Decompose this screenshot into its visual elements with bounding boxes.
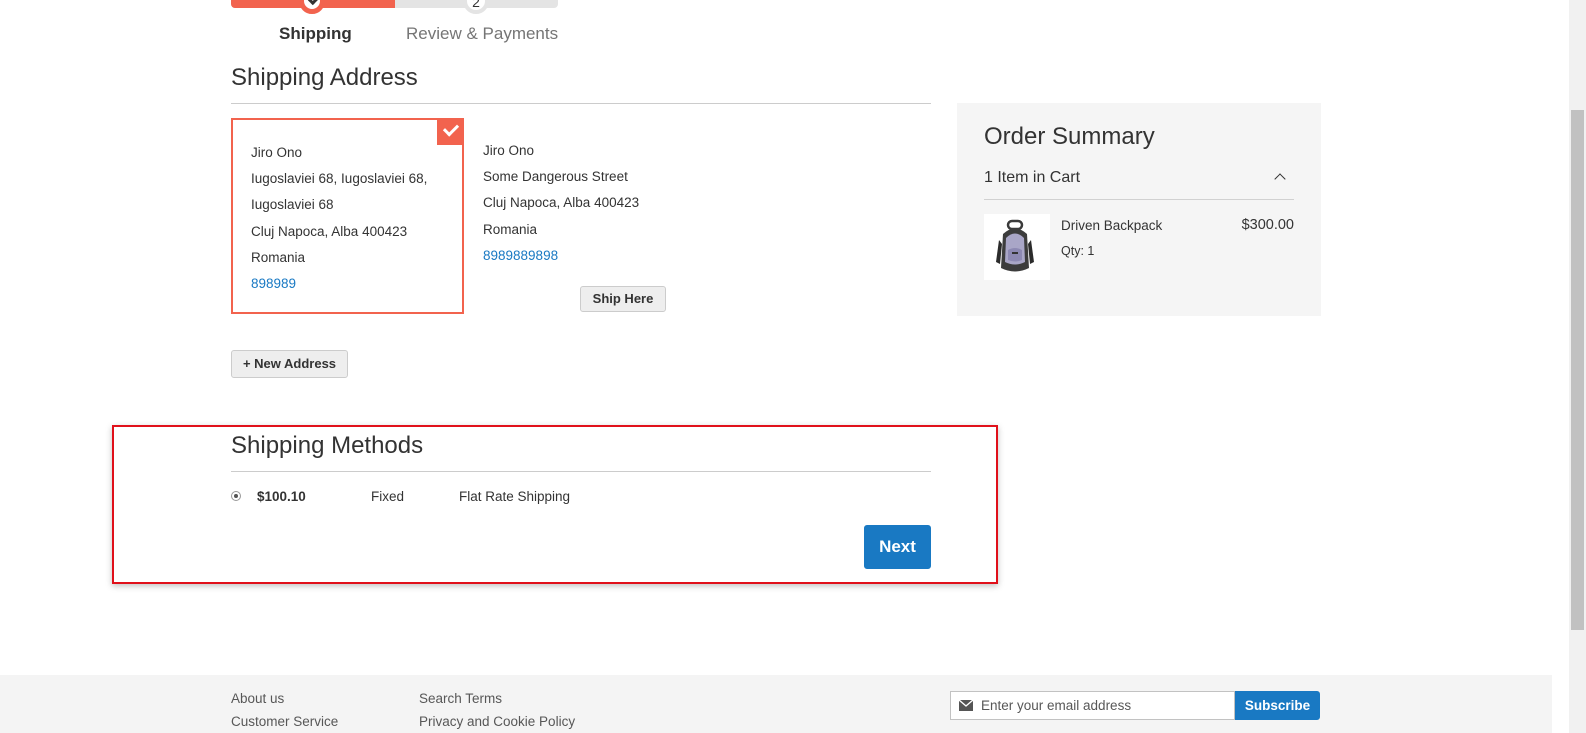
address-card-selected[interactable]: Jiro Ono Iugoslaviei 68, Iugoslaviei 68,… xyxy=(231,118,464,314)
newsletter-email-input[interactable] xyxy=(981,692,1231,719)
order-summary-title: Order Summary xyxy=(984,123,1155,150)
footer: About us Customer Service Search Terms P… xyxy=(0,675,1552,733)
address-city: Cluj Napoca, Alba 400423 xyxy=(251,223,408,239)
newsletter-field xyxy=(950,691,1235,720)
address-street-line1: Iugoslaviei 68, Iugoslaviei 68, xyxy=(251,171,428,187)
step-label-review-payments[interactable]: Review & Payments xyxy=(406,24,558,44)
checkout-page: 2 Shipping Review & Payments Shipping Ad… xyxy=(0,0,1552,733)
footer-link-customer-service[interactable]: Customer Service xyxy=(231,714,338,729)
items-in-cart-toggle[interactable]: 1 Item in Cart xyxy=(984,169,1294,200)
scrollbar-thumb[interactable] xyxy=(1571,110,1584,630)
shipping-method-carrier: Flat Rate Shipping xyxy=(459,489,571,504)
address-country: Romania xyxy=(483,221,538,237)
address-phone-link[interactable]: 898989 xyxy=(251,271,444,297)
address-name: Jiro Ono xyxy=(483,143,535,158)
address-phone-link[interactable]: 8989889898 xyxy=(483,243,680,269)
order-summary-panel: Order Summary 1 Item in Cart Driven Back… xyxy=(957,103,1321,316)
product-name: Driven Backpack xyxy=(1061,218,1163,233)
address-card-other: Jiro Ono Some Dangerous Street Cluj Napo… xyxy=(465,118,698,314)
new-address-button[interactable]: + New Address xyxy=(231,350,348,378)
step-complete-check-icon xyxy=(299,0,325,14)
shipping-method-radio[interactable] xyxy=(231,491,241,501)
shipping-methods-title: Shipping Methods xyxy=(231,432,931,472)
envelope-icon xyxy=(959,700,973,711)
ship-here-button[interactable]: Ship Here xyxy=(580,286,666,312)
chevron-up-icon xyxy=(1274,173,1286,185)
shipping-address-title: Shipping Address xyxy=(231,64,931,104)
address-street-line1: Some Dangerous Street xyxy=(483,169,628,185)
footer-link-privacy-policy[interactable]: Privacy and Cookie Policy xyxy=(419,714,575,729)
footer-link-search-terms[interactable]: Search Terms xyxy=(419,691,502,706)
address-name: Jiro Ono xyxy=(251,145,303,160)
next-button[interactable]: Next xyxy=(864,525,931,569)
selected-check-icon xyxy=(437,118,464,145)
backpack-image xyxy=(984,214,1050,280)
address-city: Cluj Napoca, Alba 400423 xyxy=(483,195,640,211)
step-number-circle: 2 xyxy=(463,0,489,14)
subscribe-button[interactable]: Subscribe xyxy=(1235,691,1320,720)
product-qty: Qty: 1 xyxy=(1061,244,1095,258)
address-street-line2: Iugoslaviei 68 xyxy=(251,197,334,213)
shipping-method-type: Fixed xyxy=(371,489,405,504)
footer-link-about-us[interactable]: About us xyxy=(231,691,284,706)
shipping-method-price: $100.10 xyxy=(257,489,306,504)
scrollbar-track[interactable] xyxy=(1569,0,1586,733)
address-country: Romania xyxy=(251,249,306,265)
step-label-shipping: Shipping xyxy=(279,24,352,43)
items-in-cart-label: 1 Item in Cart xyxy=(984,169,1081,186)
product-price: $300.00 xyxy=(1241,217,1294,233)
